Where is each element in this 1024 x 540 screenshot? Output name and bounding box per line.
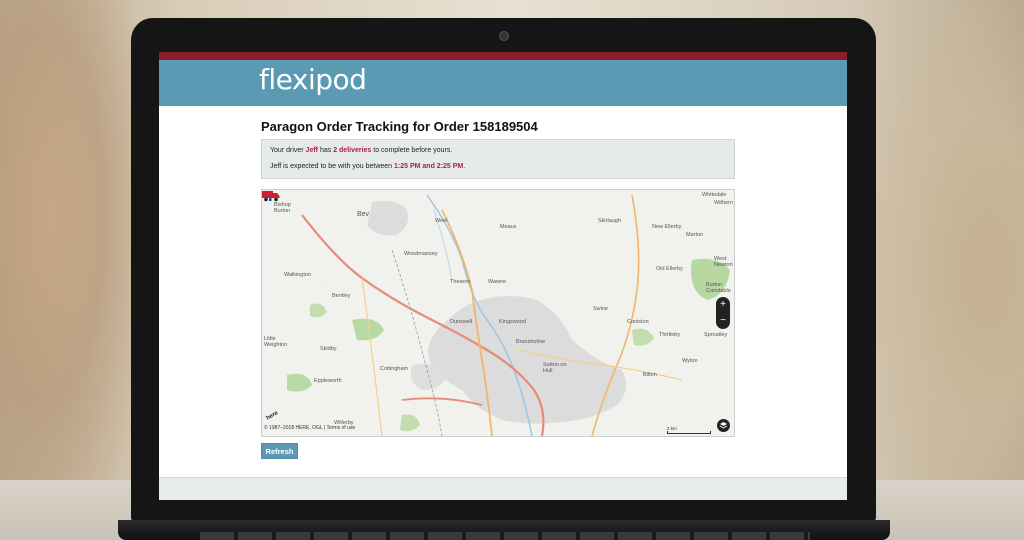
map-place-label: Skidby xyxy=(320,346,337,352)
map-place-label: Dunswell xyxy=(450,319,473,325)
webcam xyxy=(499,31,509,41)
top-stripe xyxy=(159,52,847,60)
map-place-label: Meaux xyxy=(500,224,517,230)
map-place-label: Burton Constable xyxy=(706,282,731,294)
map-place-label: Swine xyxy=(593,306,608,312)
layers-icon[interactable] xyxy=(717,419,730,432)
map-place-label: Bev xyxy=(357,211,370,218)
map-place-label: Skirlaugh xyxy=(598,218,621,224)
map-place-label: Withern xyxy=(714,200,733,206)
map-place-label: Bransholme xyxy=(516,339,546,345)
background-blur-left xyxy=(0,0,150,540)
deliveries-count: 2 deliveries xyxy=(333,147,372,154)
background-blur-right xyxy=(854,0,1024,540)
map-place-label: Little Weighton xyxy=(264,336,288,348)
map-place-label: Bishop Burton xyxy=(274,202,291,214)
map-place-label: Coniston xyxy=(627,319,649,325)
driver-status-line: Your driver Jeff has 2 deliveries to com… xyxy=(270,147,453,154)
laptop-screen: flexipod Paragon Order Tracking for Orde… xyxy=(159,52,847,500)
refresh-button[interactable]: Refresh xyxy=(261,443,298,459)
map-place-label: Walkington xyxy=(284,272,312,278)
map-place-label: West Newton xyxy=(714,256,733,268)
map-place-label: Weel xyxy=(435,218,448,224)
map-place-label: Thearne xyxy=(450,279,471,285)
page-title: Paragon Order Tracking for Order 1581895… xyxy=(261,119,538,134)
map-place-label: Bilton xyxy=(643,372,657,378)
zoom-control: + − xyxy=(716,297,730,329)
eta-window: 1:25 PM and 2:25 PM xyxy=(394,163,464,170)
page-footer xyxy=(159,477,847,500)
tracking-map[interactable]: Whitedale Withern Bishop Burton Bev Weel… xyxy=(261,189,735,437)
map-place-label: Eppleworth xyxy=(314,378,342,384)
site-header: flexipod xyxy=(159,60,847,106)
map-place-label: Bentley xyxy=(332,293,351,299)
truck-icon[interactable] xyxy=(262,190,280,202)
zoom-in-button[interactable]: + xyxy=(716,297,730,313)
zoom-out-button[interactable]: − xyxy=(716,313,730,329)
eta-line: Jeff is expected to be with you between … xyxy=(270,163,466,170)
map-place-label: Marton xyxy=(686,232,704,238)
map-place-label: Kingswood xyxy=(499,319,526,325)
map-place-label: Thirtleby xyxy=(659,332,681,338)
map-place-label: New Ellerby xyxy=(652,224,682,230)
map-place-label: Old Ellerby xyxy=(656,266,683,272)
delivery-info-box: Your driver Jeff has 2 deliveries to com… xyxy=(261,139,735,179)
map-place-label: Wawne xyxy=(488,279,507,285)
map-place-label: Sutton on Hull xyxy=(543,362,567,374)
flexipod-logo[interactable]: flexipod xyxy=(259,63,367,96)
map-copyright[interactable]: © 1987–2018 HERE, OGL | Terms of use xyxy=(264,425,355,431)
map-place-label: Wyton xyxy=(682,358,698,364)
map-place-label: Cottingham xyxy=(380,366,409,372)
driver-name: Jeff xyxy=(305,147,318,154)
map-place-label: Whitedale xyxy=(702,192,727,198)
keyboard xyxy=(200,532,810,540)
map-place-label: Sproatley xyxy=(704,332,728,338)
map-place-label: Woodmansey xyxy=(404,251,438,257)
map-scale-bar xyxy=(667,431,711,434)
